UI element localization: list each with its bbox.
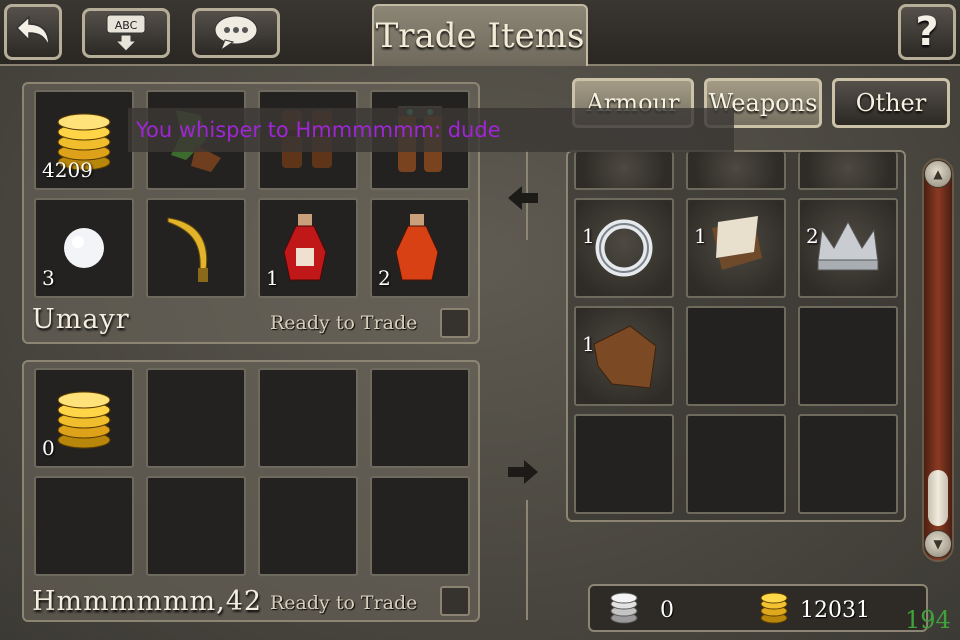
help-button[interactable]: ? — [898, 4, 956, 60]
my-player-name: Umayr — [32, 304, 130, 335]
their-offer-slot[interactable] — [34, 476, 134, 576]
my-ready-label: Ready to Trade — [270, 312, 418, 334]
chat-bubble-icon — [214, 15, 258, 52]
inventory-slot[interactable] — [798, 306, 898, 406]
item-quantity: 1 — [582, 224, 595, 248]
inventory-slot[interactable] — [686, 152, 786, 190]
inventory-slot[interactable]: 2 — [798, 198, 898, 298]
keyboard-label: ABC — [115, 19, 138, 32]
item-quantity: 1 — [266, 266, 279, 290]
orange-potion-icon — [395, 214, 439, 281]
my-offer-slot[interactable]: 3 — [34, 198, 134, 298]
fps-counter: 194 — [905, 606, 951, 634]
leather-hide-icon — [593, 325, 657, 389]
item-quantity: 4209 — [42, 158, 93, 182]
their-player-name: Hmmmmmm,42 — [32, 586, 263, 617]
inventory-slot[interactable] — [686, 414, 786, 514]
red-potion-icon — [283, 214, 327, 281]
their-ready-label: Ready to Trade — [270, 592, 418, 614]
silver-coins-icon — [610, 592, 638, 624]
inventory-slot[interactable] — [574, 152, 674, 190]
inventory-slot[interactable]: 1 — [574, 198, 674, 298]
gold-amount: 12031 — [800, 598, 870, 623]
tab-other[interactable]: Other — [832, 78, 950, 128]
chat-whisper-message: You whisper to Hmmmmmm: dude — [128, 108, 734, 152]
scroll-up-button[interactable]: ▲ — [924, 160, 952, 188]
back-arrow-icon — [15, 15, 50, 47]
keyboard-abc-icon: ABC — [106, 14, 146, 52]
their-offer-slot[interactable]: 0 — [34, 368, 134, 468]
scroll-thumb[interactable] — [928, 470, 948, 526]
gold-coins-icon — [760, 592, 788, 624]
silver-crown-icon — [817, 220, 879, 271]
item-quantity: 1 — [694, 224, 707, 248]
keyboard-button[interactable]: ABC — [82, 8, 170, 58]
their-ready-checkbox — [440, 586, 470, 616]
cloth-scrap-icon — [712, 216, 762, 270]
silver-amount: 0 — [660, 598, 674, 623]
my-offer-slot[interactable]: 2 — [370, 198, 470, 298]
their-offer-slot[interactable] — [258, 476, 358, 576]
their-offer-slot[interactable] — [146, 368, 246, 468]
ring-icon — [595, 219, 653, 277]
inventory-slot[interactable] — [574, 414, 674, 514]
item-quantity: 2 — [806, 224, 819, 248]
their-offer-slot[interactable] — [370, 368, 470, 468]
scroll-down-button[interactable]: ▼ — [924, 530, 952, 558]
my-offer-slot[interactable]: 4209 — [34, 90, 134, 190]
back-button[interactable] — [4, 4, 62, 60]
move-right-arrow-icon[interactable] — [506, 458, 540, 486]
page-title: Trade Items — [372, 4, 588, 66]
their-offer-slot[interactable] — [258, 368, 358, 468]
gold-coins-icon — [57, 391, 111, 449]
move-left-arrow-icon[interactable] — [506, 184, 540, 212]
item-quantity: 3 — [42, 266, 55, 290]
divider — [526, 500, 528, 620]
inventory-slot[interactable]: 1 — [686, 198, 786, 298]
inventory-slot[interactable] — [798, 414, 898, 514]
inventory-slot[interactable] — [686, 306, 786, 406]
item-quantity: 2 — [378, 266, 391, 290]
snowball-icon — [64, 228, 104, 268]
scimitar-icon — [167, 217, 208, 282]
their-offer-slot[interactable] — [146, 476, 246, 576]
inventory-slot[interactable]: 1 — [574, 306, 674, 406]
my-offer-slot[interactable] — [146, 198, 246, 298]
inventory-slot[interactable] — [798, 152, 898, 190]
chat-button[interactable] — [192, 8, 280, 58]
item-quantity: 0 — [42, 436, 55, 460]
my-offer-slot[interactable]: 1 — [258, 198, 358, 298]
my-ready-checkbox[interactable] — [440, 308, 470, 338]
their-offer-slot[interactable] — [370, 476, 470, 576]
item-quantity: 1 — [582, 332, 595, 356]
